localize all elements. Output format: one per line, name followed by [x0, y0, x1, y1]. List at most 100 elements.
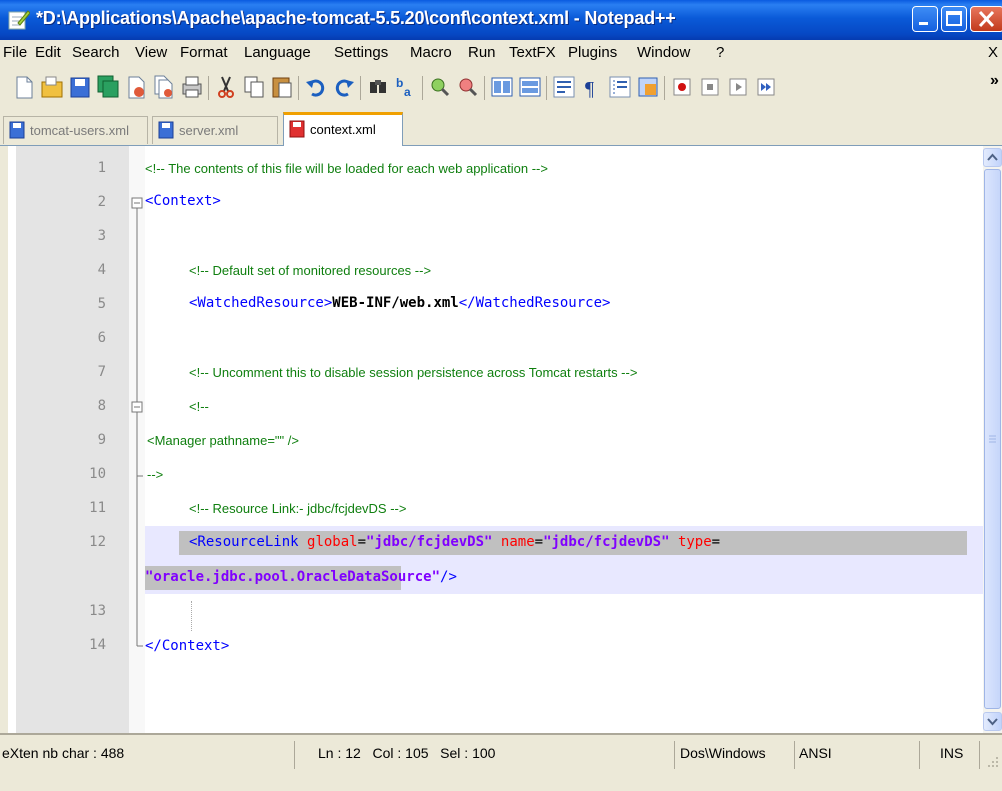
- code-token: <ResourceLink: [189, 534, 299, 550]
- window-title: *D:\Applications\Apache\apache-tomcat-5.…: [36, 8, 676, 28]
- line-number: 2: [97, 194, 106, 210]
- word-wrap-icon[interactable]: [552, 74, 576, 100]
- zoom-in-icon[interactable]: [428, 74, 452, 100]
- code-line-14: </Context>: [145, 638, 230, 654]
- indent-guide-icon[interactable]: [608, 74, 632, 100]
- line-number: 6: [97, 330, 106, 346]
- menu-search[interactable]: Search: [72, 44, 120, 61]
- close-all-icon[interactable]: [152, 74, 176, 100]
- run-macro-multiple-icon[interactable]: [754, 74, 778, 100]
- find-icon[interactable]: [366, 74, 390, 100]
- sync-vertical-icon[interactable]: [490, 74, 514, 100]
- status-bar-border: [0, 733, 1002, 735]
- sync-horizontal-icon[interactable]: [518, 74, 542, 100]
- menu-file[interactable]: File: [3, 44, 27, 61]
- menu-run[interactable]: Run: [468, 44, 496, 61]
- code-token: =: [534, 534, 544, 550]
- code-token: "jdbc/fcjdevDS": [366, 534, 493, 550]
- menu-macro[interactable]: Macro: [410, 44, 452, 61]
- toolbar-separator: [298, 76, 299, 100]
- code-token: "oracle.jdbc.pool.OracleDataSource": [145, 569, 441, 585]
- copy-icon[interactable]: [242, 74, 266, 100]
- code-line-9: <Manager pathname="" />: [147, 433, 299, 448]
- scroll-up-button[interactable]: [983, 148, 1002, 167]
- fold-margin[interactable]: [129, 146, 145, 733]
- vertical-scrollbar[interactable]: [983, 146, 1002, 733]
- line-number: 3: [97, 228, 106, 244]
- editor-area[interactable]: 1 2 3 4 5 6 7 8 9 10 11 12 13 14 <!-- Th…: [8, 146, 1002, 733]
- code-token: />: [440, 569, 457, 585]
- minimize-button[interactable]: [912, 6, 938, 32]
- toolbar-separator: [546, 76, 547, 100]
- notepadpp-app-icon[interactable]: [8, 9, 31, 31]
- line-number: 1: [97, 160, 106, 176]
- save-all-icon[interactable]: [96, 74, 120, 100]
- scrollbar-thumb[interactable]: [984, 169, 1001, 709]
- svg-text:b: b: [396, 76, 403, 90]
- resize-grip-icon[interactable]: [986, 755, 1000, 769]
- line-number: 14: [89, 637, 106, 653]
- tab-bar: tomcat-users.xml server.xml context.xml: [0, 110, 1002, 146]
- code-text-area[interactable]: <!-- The contents of this file will be l…: [145, 146, 985, 733]
- record-macro-icon[interactable]: [670, 74, 694, 100]
- menu-settings[interactable]: Settings: [334, 44, 388, 61]
- code-line-4: <!-- Default set of monitored resources …: [189, 263, 432, 278]
- print-icon[interactable]: [180, 74, 204, 100]
- tab-tomcat-users[interactable]: tomcat-users.xml: [3, 116, 148, 144]
- redo-icon[interactable]: [332, 74, 356, 100]
- menu-textfx[interactable]: TextFX: [509, 44, 556, 61]
- eol-format-status: Dos\Windows: [680, 745, 766, 761]
- line-number: 9: [97, 432, 106, 448]
- undo-icon[interactable]: [304, 74, 328, 100]
- user-lang-icon[interactable]: [636, 74, 660, 100]
- code-token: =: [357, 534, 367, 550]
- tab-server[interactable]: server.xml: [152, 116, 278, 144]
- code-token: global: [307, 534, 358, 550]
- code-token: "jdbc/fcjdevDS": [543, 534, 670, 550]
- fold-markers[interactable]: [129, 146, 145, 733]
- code-token: <WatchedResource>: [189, 295, 333, 311]
- cursor-position-status: Ln : 12 Col : 105 Sel : 100: [318, 745, 496, 761]
- close-window-button[interactable]: [970, 6, 1002, 32]
- code-line-7: <!-- Uncomment this to disable session p…: [189, 365, 638, 380]
- stop-record-icon[interactable]: [698, 74, 722, 100]
- menu-edit[interactable]: Edit: [35, 44, 61, 61]
- svg-text:a: a: [404, 85, 411, 99]
- menu-language[interactable]: Language: [244, 44, 311, 61]
- new-file-icon[interactable]: [12, 74, 36, 100]
- menu-bar: File Edit Search View Format Language Se…: [0, 40, 1002, 66]
- line-number: 8: [97, 398, 106, 414]
- close-document-button[interactable]: X: [988, 44, 998, 61]
- tab-label: tomcat-users.xml: [30, 123, 129, 138]
- toolbar-overflow-button[interactable]: »: [990, 72, 999, 90]
- menu-help[interactable]: ?: [716, 44, 724, 61]
- notepadpp-window: *D:\Applications\Apache\apache-tomcat-5.…: [0, 0, 1002, 791]
- zoom-out-icon[interactable]: [456, 74, 480, 100]
- cut-icon[interactable]: [214, 74, 238, 100]
- title-bar[interactable]: *D:\Applications\Apache\apache-tomcat-5.…: [0, 0, 1002, 40]
- code-line-5: <WatchedResource>WEB-INF/web.xml</Watche…: [189, 295, 610, 311]
- code-line-2: <Context>: [145, 193, 221, 209]
- code-token: =: [711, 534, 721, 550]
- replace-icon[interactable]: ba: [394, 74, 418, 100]
- tab-context[interactable]: context.xml: [283, 112, 403, 146]
- play-macro-icon[interactable]: [726, 74, 750, 100]
- code-line-8: <!--: [189, 399, 209, 414]
- show-all-chars-icon[interactable]: ¶: [580, 74, 604, 100]
- menu-plugins[interactable]: Plugins: [568, 44, 617, 61]
- open-file-icon[interactable]: [40, 74, 64, 100]
- maximize-button[interactable]: [941, 6, 967, 32]
- menu-view[interactable]: View: [135, 44, 167, 61]
- menu-format[interactable]: Format: [180, 44, 228, 61]
- close-icon[interactable]: [124, 74, 148, 100]
- encoding-status: ANSI: [799, 745, 832, 761]
- line-number: 13: [89, 603, 106, 619]
- menu-window[interactable]: Window: [637, 44, 690, 61]
- code-token: type: [677, 534, 712, 550]
- line-number: 10: [89, 466, 106, 482]
- save-icon[interactable]: [68, 74, 92, 100]
- toolbar-separator: [664, 76, 665, 100]
- code-token: name: [500, 534, 535, 550]
- scroll-down-button[interactable]: [983, 712, 1002, 731]
- paste-icon[interactable]: [270, 74, 294, 100]
